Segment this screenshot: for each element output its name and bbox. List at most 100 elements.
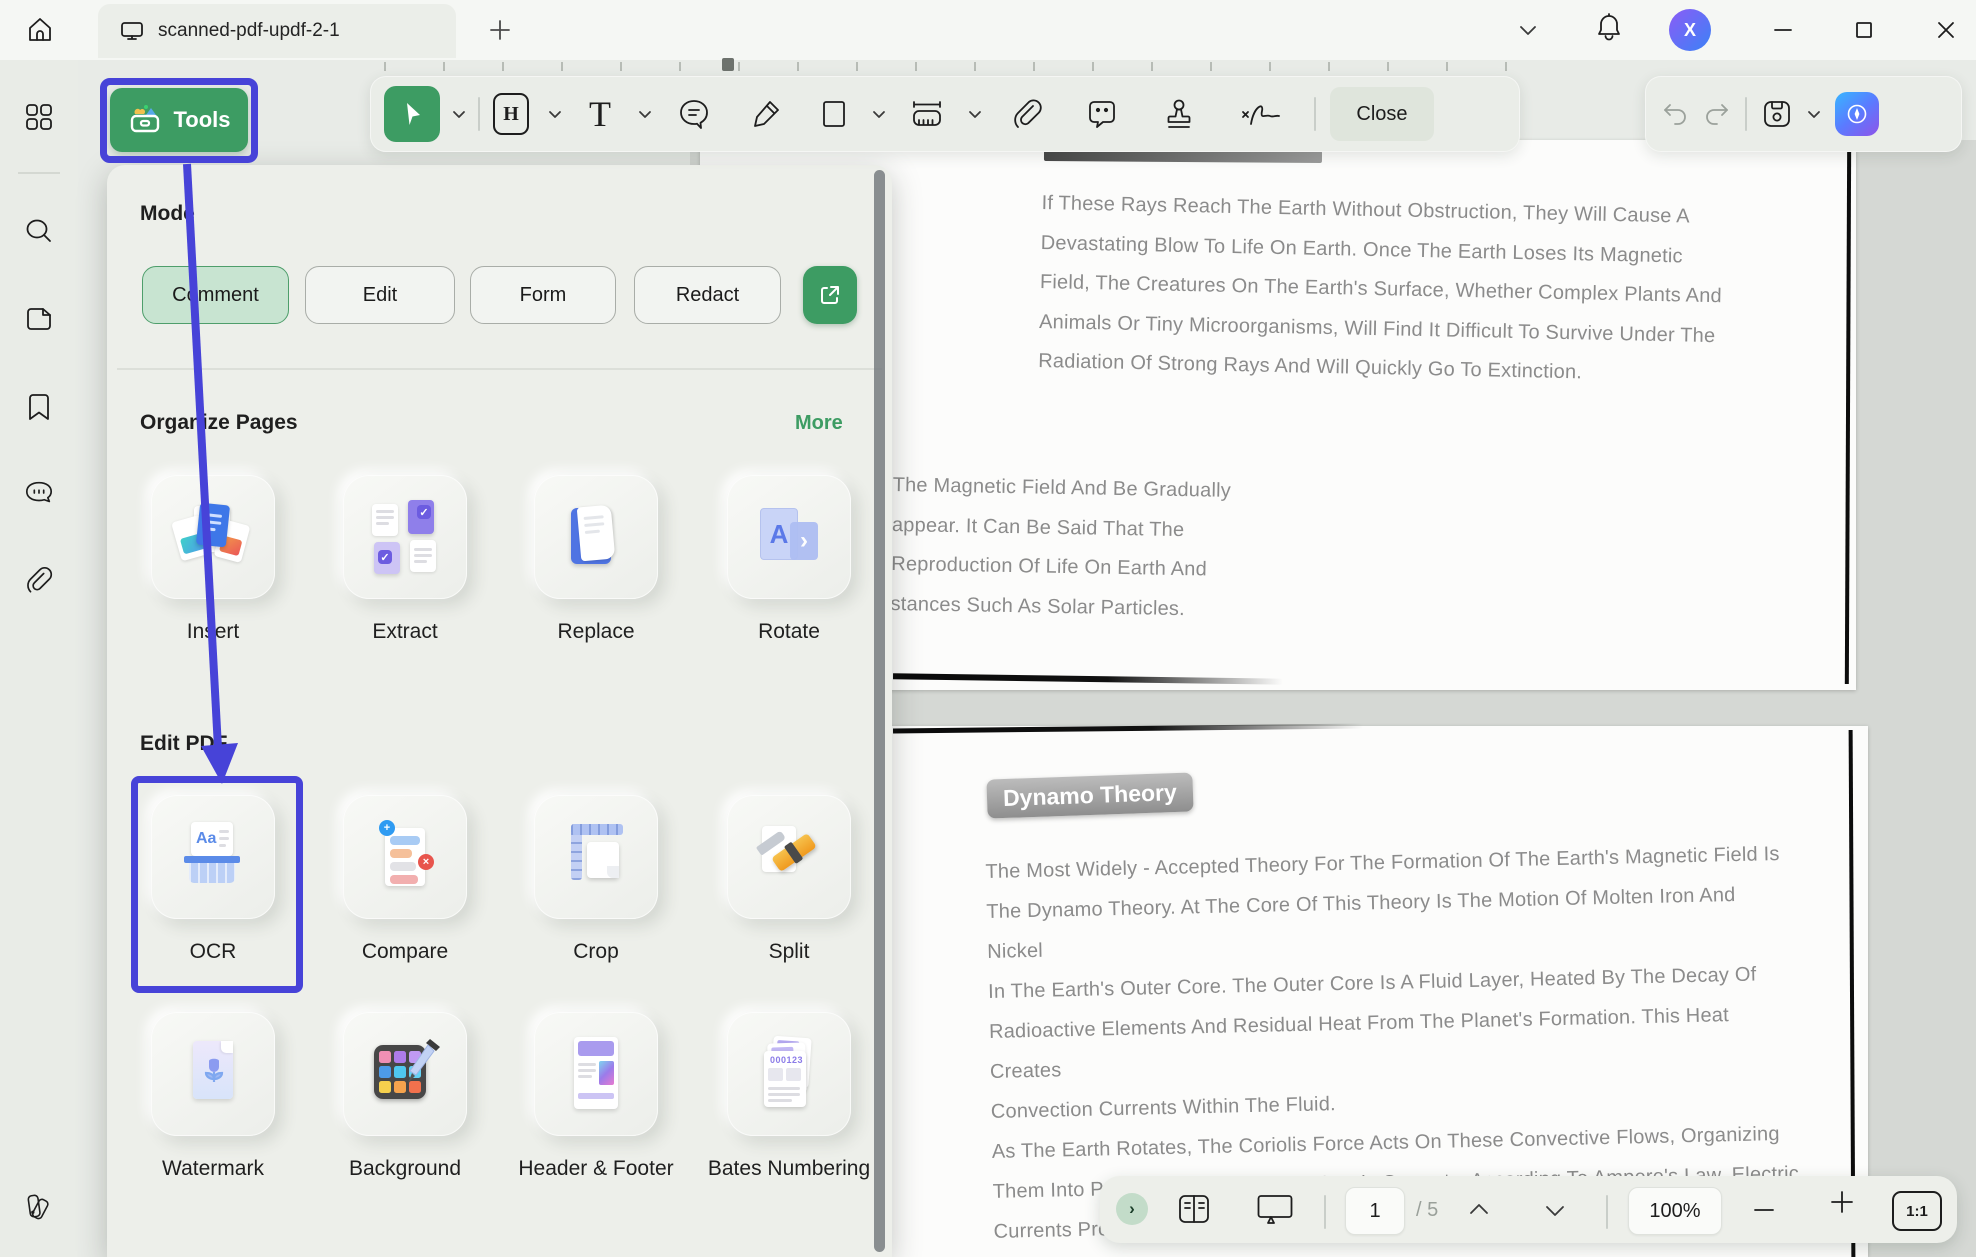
home-button[interactable] (25, 15, 55, 45)
actual-size-button[interactable]: 1:1 (1892, 1191, 1942, 1231)
tool-extract-label[interactable]: Extract (315, 619, 495, 645)
sticker-icon (1085, 97, 1119, 131)
chat-dots-icon (24, 479, 54, 507)
tool-compare-label[interactable]: Compare (315, 939, 495, 965)
highlight-tool-chevron[interactable] (548, 110, 562, 119)
mode-redact-button[interactable]: Redact (634, 266, 781, 324)
screen-icon (120, 20, 144, 42)
tool-header-footer[interactable] (534, 1012, 658, 1136)
select-tool-button[interactable] (384, 86, 440, 142)
comment-tool-button[interactable] (662, 77, 726, 151)
tool-insert-label[interactable]: Insert (123, 619, 303, 645)
redo-icon[interactable] (1703, 101, 1731, 127)
attachments-panel-button[interactable] (24, 566, 54, 596)
reading-mode-button[interactable] (1176, 1192, 1212, 1226)
plus-icon (488, 18, 512, 42)
thumbnails-panel-button[interactable] (24, 102, 54, 132)
ruler (384, 62, 1564, 71)
expand-chevron-icon: › (1129, 1199, 1135, 1219)
tool-header-footer-label[interactable]: Header & Footer (506, 1156, 686, 1182)
mode-edit-button[interactable]: Edit (305, 266, 455, 324)
tool-compare[interactable]: + × (343, 795, 467, 919)
bar-divider (1324, 1195, 1326, 1229)
close-window-button[interactable] (1929, 13, 1963, 47)
tab-list-button[interactable] (1511, 13, 1545, 47)
tool-rotate-label[interactable]: Rotate (699, 619, 879, 645)
tool-watermark[interactable] (151, 1012, 275, 1136)
tool-replace-label[interactable]: Replace (506, 619, 686, 645)
tool-insert[interactable] (151, 475, 275, 599)
crop-illustration (557, 818, 635, 896)
select-tool-chevron[interactable] (452, 110, 466, 119)
close-toolbar-button[interactable]: Close (1330, 87, 1434, 141)
mode-title: Mode (140, 202, 195, 226)
tab-title: scanned-pdf-updf-2-1 (158, 20, 340, 42)
signature-tool-button[interactable] (1220, 77, 1300, 151)
pencil-icon (750, 98, 782, 130)
page-number-input[interactable]: 1 (1345, 1187, 1405, 1235)
history-toolbar (1645, 76, 1962, 152)
tool-bates-label[interactable]: Bates Numbering (699, 1156, 879, 1182)
zoom-out-button[interactable] (1752, 1200, 1776, 1220)
text-tool-chevron[interactable] (638, 110, 652, 119)
undo-icon[interactable] (1661, 101, 1689, 127)
new-tab-button[interactable] (488, 18, 512, 42)
tool-replace[interactable] (534, 475, 658, 599)
pages-panel-button[interactable] (24, 304, 54, 334)
collapse-bar-button[interactable]: › (1116, 1193, 1148, 1225)
split-illustration (750, 818, 828, 896)
chevron-up-icon (1468, 1202, 1490, 1216)
save-options-chevron[interactable] (1807, 110, 1821, 119)
panel-scrollbar[interactable] (874, 170, 885, 1252)
mode-comment-button[interactable]: Comment (142, 266, 289, 324)
tool-rotate[interactable]: A › (727, 475, 851, 599)
notifications-button[interactable] (1592, 11, 1626, 45)
ai-swirl-icon (1844, 101, 1870, 127)
measure-tool-button[interactable] (896, 77, 958, 151)
shape-tool-chevron[interactable] (872, 110, 886, 119)
text-tool-button[interactable]: T (572, 77, 628, 151)
organize-title: Organize Pages (140, 411, 298, 435)
watermark-illustration (174, 1035, 252, 1113)
next-page-button[interactable] (1544, 1204, 1566, 1218)
search-button[interactable] (24, 216, 54, 246)
zoom-level-input[interactable]: 100% (1628, 1187, 1722, 1235)
tool-crop-label[interactable]: Crop (506, 939, 686, 965)
tool-split[interactable] (727, 795, 851, 919)
tool-split-label[interactable]: Split (699, 939, 879, 965)
maximize-button[interactable] (1847, 13, 1881, 47)
tool-background[interactable] (343, 1012, 467, 1136)
document-tab[interactable]: scanned-pdf-updf-2-1 (98, 4, 456, 58)
bookmarks-panel-button[interactable] (24, 392, 54, 422)
measure-tool-chevron[interactable] (968, 110, 982, 119)
theme-swatches-button[interactable] (24, 1192, 54, 1222)
zoom-in-button[interactable] (1830, 1190, 1854, 1214)
organize-more-link[interactable]: More (795, 412, 843, 435)
comments-panel-button[interactable] (24, 478, 54, 508)
presentation-button[interactable] (1256, 1192, 1294, 1226)
actual-size-label: 1:1 (1906, 1203, 1928, 1220)
ai-assistant-button[interactable] (1835, 92, 1879, 136)
home-icon (25, 15, 55, 45)
tool-background-label[interactable]: Background (315, 1156, 495, 1182)
minimize-button[interactable] (1766, 13, 1800, 47)
tool-watermark-label[interactable]: Watermark (123, 1156, 303, 1182)
highlight-tool-button[interactable]: H (484, 77, 538, 151)
brush-glyph (400, 1035, 444, 1091)
account-avatar[interactable]: X (1669, 9, 1711, 51)
tool-extract[interactable]: ✓ ✓ (343, 475, 467, 599)
detach-mode-button[interactable] (803, 266, 857, 324)
pencil-tool-button[interactable] (730, 77, 802, 151)
tool-bates[interactable]: 000123 (727, 1012, 851, 1136)
mode-form-button[interactable]: Form (470, 266, 616, 324)
tool-crop[interactable] (534, 795, 658, 919)
background-illustration (366, 1035, 444, 1113)
save-icon[interactable] (1761, 98, 1793, 130)
cursor-icon (398, 100, 426, 128)
sticker-tool-button[interactable] (1066, 77, 1138, 151)
chevron-down-icon (1544, 1204, 1566, 1218)
attach-tool-button[interactable] (992, 77, 1062, 151)
stamp-tool-button[interactable] (1142, 77, 1216, 151)
previous-page-button[interactable] (1468, 1202, 1490, 1216)
shape-tool-button[interactable] (806, 77, 862, 151)
